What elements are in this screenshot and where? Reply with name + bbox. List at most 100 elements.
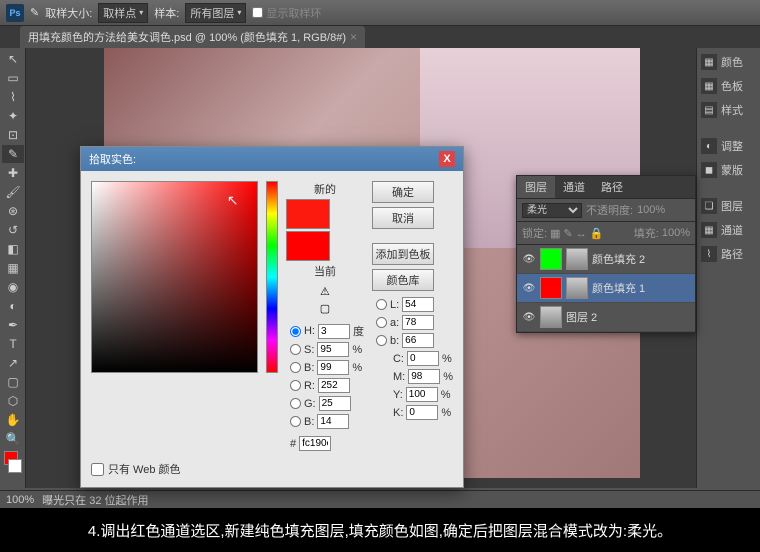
path-tool[interactable]: ↗ [2,354,24,372]
crop-tool[interactable]: ⊡ [2,126,24,144]
layer-row[interactable]: 👁 颜色填充 1 [517,274,695,303]
l-input[interactable] [402,297,434,312]
hand-tool[interactable]: ✋ [2,411,24,429]
websafe-warning-icon[interactable]: ▢ [320,302,330,315]
sample-size-dropdown[interactable]: 取样点 [98,3,148,23]
channels-panel-tab[interactable]: ▦通道 [699,220,758,240]
show-sampling-checkbox[interactable]: 显示取样环 [252,5,321,21]
tab-channels[interactable]: 通道 [555,176,593,198]
layer-mask-thumb [566,277,588,299]
layer-name: 图层 2 [566,309,597,325]
layer-name: 颜色填充 2 [592,251,645,267]
lab-b-input[interactable] [402,333,434,348]
visibility-icon[interactable]: 👁 [522,282,536,294]
blur-tool[interactable]: ◉ [2,278,24,296]
toolbox: ↖ ▭ ⌇ ✦ ⊡ ✎ ✚ 🖌 ⊛ ↺ ◧ ▦ ◉ ◐ ✒ T ↗ ▢ ⬡ ✋ … [0,48,26,488]
wand-tool[interactable]: ✦ [2,107,24,125]
gradient-tool[interactable]: ▦ [2,259,24,277]
current-color-swatch[interactable] [286,231,330,261]
eyedropper-icon[interactable]: ✎ [30,6,39,19]
opacity-value[interactable]: 100% [637,204,665,216]
g-input[interactable] [319,396,351,411]
r-input[interactable] [318,378,350,393]
move-tool[interactable]: ↖ [2,50,24,68]
marquee-tool[interactable]: ▭ [2,69,24,87]
stamp-tool[interactable]: ⊛ [2,202,24,220]
history-brush-tool[interactable]: ↺ [2,221,24,239]
cursor-icon: ↖ [227,192,239,209]
bb-input[interactable] [317,414,349,429]
lock-icons[interactable]: ▦ ✎ ↔ 🔒 [550,227,603,240]
h-input[interactable] [318,324,350,339]
hex-input[interactable] [299,436,331,451]
bb-radio[interactable] [290,416,301,427]
visibility-icon[interactable]: 👁 [522,311,536,323]
layer-thumb [540,277,562,299]
swatches-panel-tab[interactable]: ▦色板 [699,76,758,96]
color-field[interactable]: ↖ [91,181,258,373]
s-input[interactable] [317,342,349,357]
add-swatch-button[interactable]: 添加到色板 [372,243,434,265]
app-logo: Ps [6,4,24,22]
r-radio[interactable] [290,380,301,391]
cancel-button[interactable]: 取消 [372,207,434,229]
a-input[interactable] [402,315,434,330]
h-radio[interactable] [290,326,301,337]
tab-layers[interactable]: 图层 [517,176,555,198]
collapsed-panels: ▦颜色 ▦色板 ▤样式 ◐调整 ◼蒙版 ❏图层 ▦通道 ⌇路径 [696,48,760,488]
zoom-tool[interactable]: 🔍 [2,430,24,448]
close-icon[interactable]: × [350,30,357,44]
pen-tool[interactable]: ✒ [2,316,24,334]
type-tool[interactable]: T [2,335,24,353]
tab-paths[interactable]: 路径 [593,176,631,198]
brush-tool[interactable]: 🖌 [2,183,24,201]
visibility-icon[interactable]: 👁 [522,253,536,265]
paths-panel-tab[interactable]: ⌇路径 [699,244,758,264]
hue-slider[interactable] [266,181,278,373]
zoom-level[interactable]: 100% [6,494,34,506]
color-panel-tab[interactable]: ▦颜色 [699,52,758,72]
layer-mask-thumb [566,248,588,270]
layer-row[interactable]: 👁 颜色填充 2 [517,245,695,274]
blend-mode-select[interactable]: 柔光 [522,203,582,218]
close-button[interactable]: X [439,151,455,167]
fill-value[interactable]: 100% [662,227,690,239]
sample-dropdown[interactable]: 所有图层 [185,3,246,23]
dialog-titlebar[interactable]: 拾取实色: X [81,147,463,171]
dodge-tool[interactable]: ◐ [2,297,24,315]
lab-b-radio[interactable] [376,335,387,346]
k-input[interactable] [406,405,438,420]
eraser-tool[interactable]: ◧ [2,240,24,258]
document-tab[interactable]: 用填充颜色的方法给美女调色.psd @ 100% (颜色填充 1, RGB/8#… [20,26,365,48]
fg-bg-colors[interactable] [2,449,24,475]
b-input[interactable] [317,360,349,375]
layer-row[interactable]: 👁 图层 2 [517,303,695,332]
s-radio[interactable] [290,344,301,355]
adjust-panel-tab[interactable]: ◐调整 [699,136,758,156]
web-only-checkbox[interactable] [91,463,104,476]
a-radio[interactable] [376,317,387,328]
status-info: 曝光只在 32 位起作用 [42,492,148,508]
color-picker-dialog: 拾取实色: X ↖ 新的 当前 ⚠▢ H:度 S:% B:% R: G: B: … [80,146,464,488]
ok-button[interactable]: 确定 [372,181,434,203]
options-bar: Ps ✎ 取样大小: 取样点 样本: 所有图层 显示取样环 [0,0,760,26]
heal-tool[interactable]: ✚ [2,164,24,182]
layer-thumb [540,248,562,270]
m-input[interactable] [408,369,440,384]
mask-panel-tab[interactable]: ◼蒙版 [699,160,758,180]
g-radio[interactable] [290,398,301,409]
l-radio[interactable] [376,299,387,310]
eyedropper-tool[interactable]: ✎ [2,145,24,163]
shape-tool[interactable]: ▢ [2,373,24,391]
b-radio[interactable] [290,362,301,373]
c-input[interactable] [407,351,439,366]
sample-size-label: 取样大小: [45,5,92,21]
styles-panel-tab[interactable]: ▤样式 [699,100,758,120]
gamut-warning-icon[interactable]: ⚠ [320,285,330,298]
y-input[interactable] [406,387,438,402]
color-libraries-button[interactable]: 颜色库 [372,269,434,291]
lasso-tool[interactable]: ⌇ [2,88,24,106]
3d-tool[interactable]: ⬡ [2,392,24,410]
layers-panel-tab[interactable]: ❏图层 [699,196,758,216]
new-color-swatch [286,199,330,229]
